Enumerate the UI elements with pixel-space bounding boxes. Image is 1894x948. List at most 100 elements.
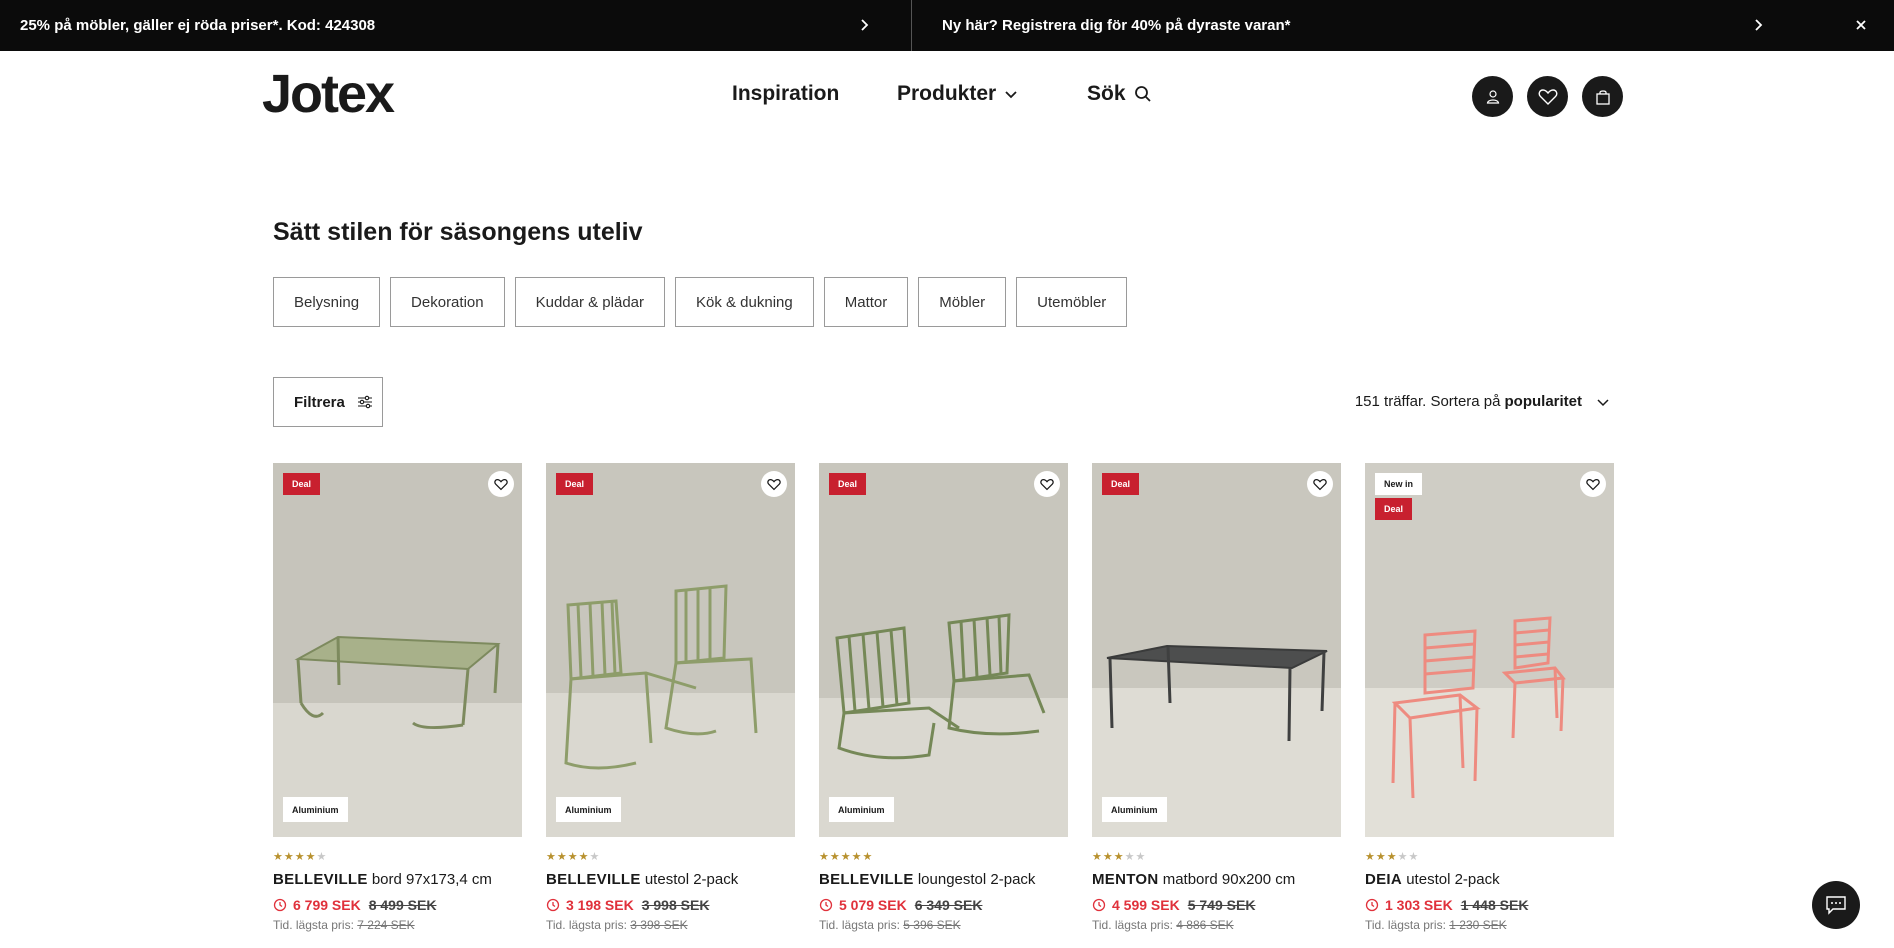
nav-search[interactable]: Sök (1087, 82, 1152, 106)
lowest-price-label: Tid. lägsta pris: (546, 918, 627, 932)
old-price: 5 749 SEK (1187, 897, 1256, 913)
chat-button[interactable] (1812, 881, 1860, 929)
nav-produkter-label: Produkter (897, 82, 997, 105)
star-icon: ★ (1397, 851, 1408, 863)
favorite-button[interactable] (1034, 471, 1060, 497)
nav-inspiration[interactable]: Inspiration (732, 82, 839, 106)
close-icon[interactable] (1852, 16, 1870, 34)
promo-right-text: Ny här? Registrera dig för 40% på dyrast… (942, 17, 1291, 34)
product-image[interactable]: Deal Aluminium (546, 463, 795, 837)
lowest-price: Tid. lägsta pris: 7 224 SEK (273, 918, 522, 932)
promo-left[interactable]: 25% på möbler, gäller ej röda priser*. K… (0, 0, 912, 51)
product-card[interactable]: New in Deal ★ ★ ★ ★ ★ DEIA utestol 2-pack 1 … (1365, 463, 1614, 932)
lowest-price-label: Tid. lägsta pris: (819, 918, 900, 932)
product-card[interactable]: Deal Aluminium ★ ★ ★ ★ ★ BELLEVILLE loungest… (819, 463, 1068, 932)
nav-inspiration-label: Inspiration (732, 82, 840, 105)
product-photo (819, 463, 1068, 837)
rating-stars: ★ ★ ★ ★ ★ (273, 851, 522, 863)
promo-right[interactable]: Ny här? Registrera dig för 40% på dyrast… (912, 0, 1894, 51)
product-name[interactable]: BELLEVILLE bord 97x173,4 cm (273, 871, 522, 888)
star-icon: ★ (589, 851, 600, 863)
lowest-price: Tid. lägsta pris: 3 398 SEK (546, 918, 795, 932)
lowest-price-value: 7 224 SEK (357, 918, 415, 932)
clock-icon (819, 898, 833, 912)
product-image[interactable]: Deal Aluminium (273, 463, 522, 837)
category-chip[interactable]: Möbler (918, 277, 1007, 327)
star-icon: ★ (1092, 851, 1102, 863)
product-brand: DEIA (1365, 871, 1403, 888)
material-tag: Aluminium (283, 797, 348, 822)
current-price: 5 079 SEK (839, 897, 907, 913)
star-icon: ★ (1386, 851, 1397, 863)
star-icon: ★ (556, 851, 567, 863)
heart-icon (494, 478, 508, 490)
star-icon: ★ (283, 851, 294, 863)
product-image[interactable]: Deal Aluminium (1092, 463, 1341, 837)
product-title: matbord 90x200 cm (1162, 871, 1296, 888)
product-photo (273, 463, 522, 837)
favorite-button[interactable] (488, 471, 514, 497)
chevron-right-icon[interactable] (856, 17, 872, 33)
sort-value: popularitet (1504, 393, 1583, 410)
favorite-button[interactable] (1307, 471, 1333, 497)
product-card[interactable]: Deal Aluminium ★ ★ ★ ★ ★ MENTON matbord 90x2… (1092, 463, 1341, 932)
material-tag: Aluminium (1102, 797, 1167, 822)
search-icon (1134, 86, 1151, 102)
category-chip[interactable]: Belysning (273, 277, 381, 327)
star-icon: ★ (578, 851, 589, 863)
product-name[interactable]: BELLEVILLE utestol 2-pack (546, 871, 795, 888)
product-image[interactable]: Deal Aluminium (819, 463, 1068, 837)
star-icon: ★ (1124, 851, 1135, 863)
category-chip[interactable]: Dekoration (390, 277, 505, 327)
product-name[interactable]: DEIA utestol 2-pack (1365, 871, 1614, 888)
lowest-price: Tid. lägsta pris: 1 230 SEK (1365, 918, 1614, 932)
sort-dropdown[interactable]: 151 träffar. Sortera på popularitet (1355, 393, 1610, 410)
product-image[interactable]: New in Deal (1365, 463, 1614, 837)
star-icon: ★ (1102, 851, 1113, 863)
star-icon: ★ (862, 851, 873, 863)
star-icon: ★ (294, 851, 305, 863)
chevron-down-icon (1005, 91, 1017, 99)
product-name[interactable]: MENTON matbord 90x200 cm (1092, 871, 1341, 888)
category-chip[interactable]: Kök & dukning (675, 277, 814, 327)
rating-stars: ★ ★ ★ ★ ★ (1092, 851, 1341, 863)
star-icon: ★ (1113, 851, 1124, 863)
category-chip[interactable]: Mattor (823, 277, 909, 327)
category-chip[interactable]: Utemöbler (1016, 277, 1128, 327)
star-icon: ★ (1408, 851, 1419, 863)
cart-button[interactable] (1582, 76, 1623, 117)
star-icon: ★ (273, 851, 283, 863)
chevron-right-icon[interactable] (1750, 17, 1766, 33)
logo[interactable]: Jotex (262, 64, 395, 124)
nav-produkter[interactable]: Produkter (897, 82, 1018, 106)
bag-icon (1595, 89, 1610, 105)
product-card[interactable]: Deal Aluminium ★ ★ ★ ★ ★ BELLEVILLE utestol … (546, 463, 795, 932)
account-button[interactable] (1472, 76, 1513, 117)
product-card[interactable]: Deal Aluminium ★ ★ ★ ★ ★ BELLEVILLE bord 97x… (273, 463, 522, 932)
star-icon: ★ (819, 851, 829, 863)
star-icon: ★ (1135, 851, 1146, 863)
rating-stars: ★ ★ ★ ★ ★ (1365, 851, 1614, 863)
product-name[interactable]: BELLEVILLE loungestol 2-pack (819, 871, 1068, 888)
old-price: 3 998 SEK (641, 897, 710, 913)
favorite-button[interactable] (761, 471, 787, 497)
favorite-button[interactable] (1580, 471, 1606, 497)
price-row: 3 198 SEK 3 998 SEK (546, 897, 795, 913)
product-title: utestol 2-pack (644, 871, 739, 888)
material-tag: Aluminium (829, 797, 894, 822)
wishlist-button[interactable] (1527, 76, 1568, 117)
filter-button[interactable]: Filtrera (273, 377, 383, 427)
price-row: 6 799 SEK 8 499 SEK (273, 897, 522, 913)
deal-badge: Deal (556, 473, 594, 495)
star-icon: ★ (567, 851, 578, 863)
current-price: 6 799 SEK (293, 897, 361, 913)
price-row: 1 303 SEK 1 448 SEK (1365, 897, 1614, 913)
price-row: 5 079 SEK 6 349 SEK (819, 897, 1068, 913)
heart-icon (1538, 88, 1557, 105)
star-icon: ★ (840, 851, 851, 863)
heart-icon (1586, 478, 1600, 490)
product-title: utestol 2-pack (1406, 871, 1500, 888)
new-in-badge: New in (1375, 473, 1423, 495)
price-row: 4 599 SEK 5 749 SEK (1092, 897, 1341, 913)
category-chip[interactable]: Kuddar & plädar (514, 277, 665, 327)
